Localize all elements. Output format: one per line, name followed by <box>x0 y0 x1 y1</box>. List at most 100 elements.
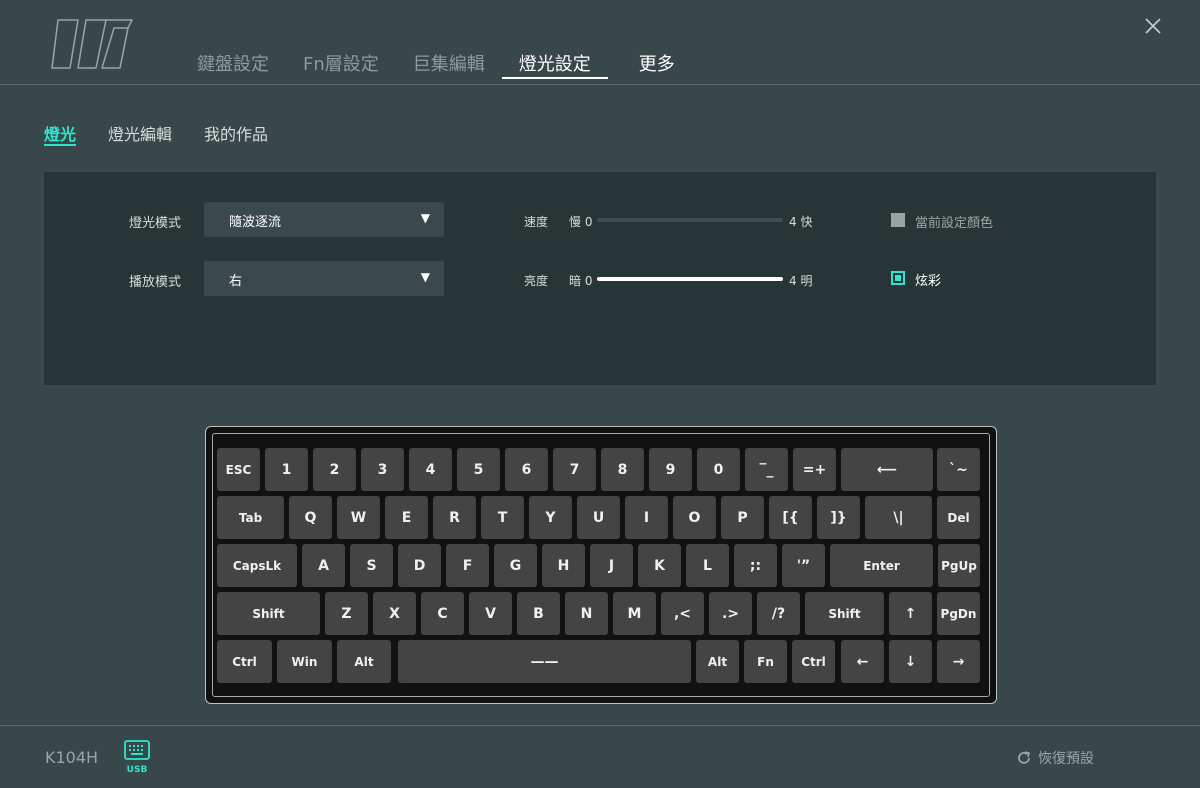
key-row3-11[interactable]: '” <box>782 544 825 587</box>
key-row1-1[interactable]: 1 <box>265 448 308 491</box>
key-row1-8[interactable]: 8 <box>601 448 644 491</box>
tab-fn-layer-settings[interactable]: Fn層設定 <box>286 52 396 78</box>
key-row4-5[interactable]: B <box>517 592 560 635</box>
dropdown-arrow-icon: ▼ <box>420 270 430 284</box>
key-row2-14[interactable]: Del <box>937 496 980 539</box>
speed-min-label: 慢 0 <box>569 215 593 229</box>
key-row2-3[interactable]: E <box>385 496 428 539</box>
key-row2-2[interactable]: W <box>337 496 380 539</box>
brightness-min-label: 暗 0 <box>569 274 593 288</box>
play-mode-value: 右 <box>229 274 243 289</box>
key-row2-6[interactable]: Y <box>529 496 572 539</box>
key-row5-1[interactable]: Win <box>277 640 332 683</box>
light-mode-select[interactable]: 隨波逐流 ▼ <box>204 202 444 237</box>
key-row1-2[interactable]: 2 <box>313 448 356 491</box>
subtab-lighting-editor[interactable]: 燈光編輯 <box>108 124 172 146</box>
brand-logo-icon <box>51 19 133 69</box>
key-row5-8[interactable]: ↓ <box>889 640 932 683</box>
key-row5-6[interactable]: Ctrl <box>792 640 835 683</box>
key-row5-9[interactable]: → <box>937 640 980 683</box>
key-row4-9[interactable]: .> <box>709 592 752 635</box>
key-row1-6[interactable]: 6 <box>505 448 548 491</box>
key-row5-4[interactable]: Alt <box>696 640 739 683</box>
key-row5-3[interactable]: —— <box>398 640 691 683</box>
keyboard-keys: ESC 1 2 3 4 5 6 7 8 9 0 ‾_ =+ ⟵ `~ Tab Q W E R T Y U I O P[{]} \| D… <box>212 433 990 697</box>
usb-connection-button[interactable]: USB <box>123 739 151 777</box>
key-row3-6[interactable]: H <box>542 544 585 587</box>
key-row4-2[interactable]: X <box>373 592 416 635</box>
key-row3-10[interactable]: ;: <box>734 544 777 587</box>
key-row3-0[interactable]: CapsLk <box>217 544 297 587</box>
key-row2-9[interactable]: O <box>673 496 716 539</box>
key-row3-3[interactable]: D <box>398 544 441 587</box>
key-row4-1[interactable]: Z <box>325 592 368 635</box>
key-row4-11[interactable]: Shift <box>805 592 884 635</box>
speed-slider[interactable] <box>597 218 783 222</box>
main-tabs: 鍵盤設定 Fn層設定 巨集編輯 燈光設定 更多 <box>180 52 692 78</box>
key-row4-13[interactable]: PgDn <box>937 592 980 635</box>
colorful-checkbox[interactable] <box>891 271 905 285</box>
key-row4-7[interactable]: M <box>613 592 656 635</box>
sub-tabs: 燈光 燈光編輯 我的作品 <box>44 124 300 146</box>
tab-keyboard-settings[interactable]: 鍵盤設定 <box>180 52 286 78</box>
key-row2-13[interactable]: \| <box>865 496 932 539</box>
key-row2-5[interactable]: T <box>481 496 524 539</box>
key-row1-3[interactable]: 3 <box>361 448 404 491</box>
key-row1-12[interactable]: =+ <box>793 448 836 491</box>
key-row2-11[interactable]: [{ <box>769 496 812 539</box>
key-row1-4[interactable]: 4 <box>409 448 452 491</box>
key-row2-0[interactable]: Tab <box>217 496 284 539</box>
key-row2-8[interactable]: I <box>625 496 668 539</box>
dropdown-arrow-icon: ▼ <box>420 211 430 225</box>
restore-defaults-button[interactable]: 恢復預設 <box>1016 748 1094 768</box>
key-row1-13[interactable]: ⟵ <box>841 448 933 491</box>
key-row3-13[interactable]: PgUp <box>938 544 980 587</box>
tab-lighting-settings[interactable]: 燈光設定 <box>502 52 608 78</box>
key-row5-5[interactable]: Fn <box>744 640 787 683</box>
refresh-icon <box>1018 751 1030 764</box>
key-row1-5[interactable]: 5 <box>457 448 500 491</box>
key-row1-7[interactable]: 7 <box>553 448 596 491</box>
brightness-slider[interactable] <box>597 277 783 281</box>
key-row3-9[interactable]: L <box>686 544 729 587</box>
key-row4-12[interactable]: ↑ <box>889 592 932 635</box>
key-row3-2[interactable]: S <box>350 544 393 587</box>
key-row1-11[interactable]: ‾_ <box>745 448 788 491</box>
key-row1-9[interactable]: 9 <box>649 448 692 491</box>
key-row3-8[interactable]: K <box>638 544 681 587</box>
close-icon[interactable] <box>1141 14 1165 38</box>
key-row5-0[interactable]: Ctrl <box>217 640 272 683</box>
key-row3-1[interactable]: A <box>302 544 345 587</box>
key-row1-14[interactable]: `~ <box>937 448 980 491</box>
key-row4-3[interactable]: C <box>421 592 464 635</box>
key-row1-0[interactable]: ESC <box>217 448 260 491</box>
key-row3-12[interactable]: Enter <box>830 544 933 587</box>
tab-macro-editor[interactable]: 巨集編輯 <box>396 52 502 78</box>
key-row2-4[interactable]: R <box>433 496 476 539</box>
key-row4-0[interactable]: Shift <box>217 592 320 635</box>
key-row2-7[interactable]: U <box>577 496 620 539</box>
key-row4-10[interactable]: /? <box>757 592 800 635</box>
usb-label: USB <box>126 765 148 775</box>
colorful-label: 炫彩 <box>915 274 942 289</box>
key-row3-5[interactable]: G <box>494 544 537 587</box>
key-row3-4[interactable]: F <box>446 544 489 587</box>
current-color-checkbox[interactable] <box>891 213 905 227</box>
key-row4-8[interactable]: ,< <box>661 592 704 635</box>
current-color-label: 當前設定顏色 <box>915 216 994 231</box>
play-mode-select[interactable]: 右 ▼ <box>204 261 444 296</box>
key-row3-7[interactable]: J <box>590 544 633 587</box>
key-row2-10[interactable]: P <box>721 496 764 539</box>
subtab-lighting[interactable]: 燈光 <box>44 124 76 146</box>
key-row2-1[interactable]: Q <box>289 496 332 539</box>
key-row4-4[interactable]: V <box>469 592 512 635</box>
key-row5-7[interactable]: ← <box>841 640 884 683</box>
subtab-my-works[interactable]: 我的作品 <box>204 124 268 146</box>
key-row4-6[interactable]: N <box>565 592 608 635</box>
key-row5-2[interactable]: Alt <box>337 640 391 683</box>
key-row1-10[interactable]: 0 <box>697 448 740 491</box>
key-row2-12[interactable]: ]} <box>817 496 860 539</box>
brightness-label: 亮度 <box>524 274 549 288</box>
tab-more[interactable]: 更多 <box>622 52 692 78</box>
light-mode-value: 隨波逐流 <box>229 215 282 230</box>
